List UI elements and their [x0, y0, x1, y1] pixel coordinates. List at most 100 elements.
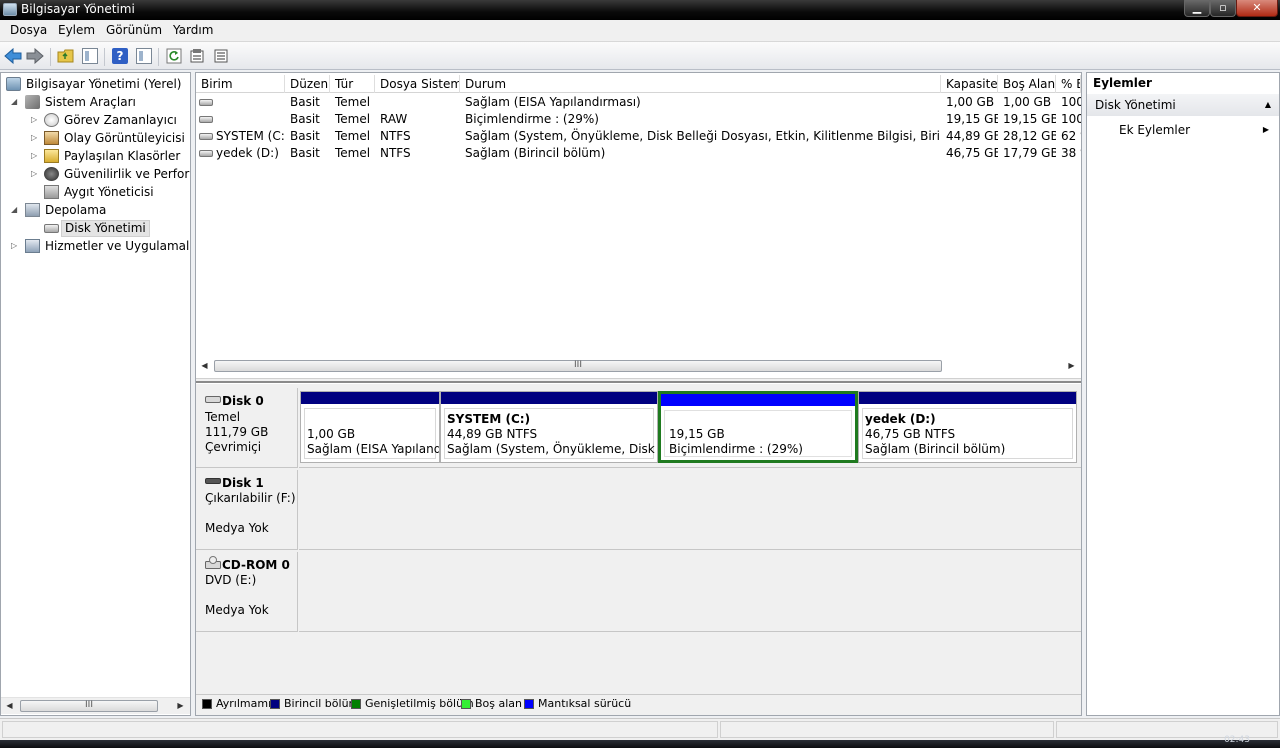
tree-item-disk-management[interactable]: Disk Yönetimi [1, 219, 190, 237]
scroll-right-icon[interactable]: ▶ [172, 698, 189, 714]
scroll-thumb[interactable]: III [20, 700, 158, 712]
column-header-file-system[interactable]: Dosya Sistemi [375, 75, 460, 93]
tree-item-reliability-performance[interactable]: ▷ Güvenilirlik ve Performa [1, 165, 190, 183]
tree-item-computer-management[interactable]: Bilgisayar Yönetimi (Yerel) [1, 75, 190, 93]
menu-file[interactable]: Dosya [10, 23, 47, 37]
actions-pane: Eylemler Disk Yönetimi ▲ Ek Eylemler ▶ [1086, 72, 1280, 716]
partition-system-c[interactable]: SYSTEM (C:) 44,89 GB NTFS Sağlam (System… [440, 391, 658, 463]
expand-arrow-icon[interactable]: ▷ [31, 147, 41, 165]
partition-formatting[interactable]: 19,15 GB Biçimlendirme : (29%) [658, 391, 858, 463]
status-bar [0, 718, 1280, 740]
event-log-icon [44, 131, 59, 145]
forward-arrow-icon[interactable] [25, 46, 45, 66]
tree-item-shared-folders[interactable]: ▷ Paylaşılan Klasörler [1, 147, 190, 165]
clock-icon [44, 113, 59, 127]
console-tree: Bilgisayar Yönetimi (Yerel) ◢ Sistem Ara… [0, 72, 191, 716]
volume-row[interactable]: yedek (D:) Basit Temel NTFS Sağlam (Biri… [196, 145, 1081, 162]
column-header-status[interactable]: Durum [460, 75, 941, 93]
volume-row[interactable]: SYSTEM (C:) Basit Temel NTFS Sağlam (Sys… [196, 128, 1081, 145]
volume-list-header: Birim Düzen Tür Dosya Sistemi Durum Kapa… [196, 75, 1081, 93]
disk-management-pane: Birim Düzen Tür Dosya Sistemi Durum Kapa… [195, 72, 1082, 716]
show-hide-console-tree-icon[interactable] [80, 46, 100, 66]
disk-icon [44, 224, 59, 233]
cdrom-0-label[interactable]: CD-ROM 0 DVD (E:) Medya Yok [196, 552, 298, 632]
taskbar-clock: 02:43 [1224, 735, 1250, 745]
column-header-free-space[interactable]: Boş Alan [998, 75, 1056, 93]
scroll-left-icon[interactable]: ◀ [1, 698, 18, 714]
primary-partition-bar [859, 392, 1076, 404]
minimize-button[interactable]: ▁ [1184, 0, 1210, 17]
tree-item-storage[interactable]: ◢ Depolama [1, 201, 190, 219]
up-folder-icon[interactable] [56, 46, 76, 66]
computer-icon [6, 77, 21, 91]
disk-1-partitions [299, 470, 1081, 550]
tree-item-task-scheduler[interactable]: ▷ Görev Zamanlayıcı [1, 111, 190, 129]
actions-title: Eylemler [1093, 76, 1152, 90]
export-list-icon[interactable] [211, 46, 231, 66]
collapse-arrow-icon[interactable]: ◢ [11, 201, 21, 219]
maximize-button[interactable]: ▫ [1210, 0, 1236, 17]
column-header-volume[interactable]: Birim [196, 75, 285, 93]
expand-arrow-icon[interactable]: ▷ [31, 165, 41, 183]
tree-item-services-applications[interactable]: ▷ Hizmetler ve Uygulamalar [1, 237, 190, 255]
tree-item-event-viewer[interactable]: ▷ Olay Görüntüleyicisi [1, 129, 190, 147]
pane-splitter[interactable] [196, 378, 1081, 383]
partition-legend: Ayrılmamış Birincil bölüm Genişletilmiş … [196, 694, 1081, 715]
toolbar-separator [50, 48, 51, 66]
disk-0-partitions: 1,00 GB Sağlam (EISA Yapılandır SYSTEM (… [299, 388, 1081, 468]
properties-icon[interactable] [187, 46, 207, 66]
scroll-left-icon[interactable]: ◀ [196, 358, 213, 374]
primary-partition-bar [301, 392, 439, 404]
computer-management-icon [3, 3, 17, 16]
actions-section-disk-management[interactable]: Disk Yönetimi ▲ [1087, 94, 1279, 116]
menu-bar: Dosya Eylem Görünüm Yardım [0, 20, 1280, 42]
volume-list-horizontal-scrollbar[interactable]: ◀ III ▶ [196, 358, 1081, 375]
close-button[interactable]: ✕ [1236, 0, 1278, 17]
scroll-thumb[interactable]: III [214, 360, 942, 372]
refresh-icon[interactable] [164, 46, 184, 66]
disk-0-label[interactable]: Disk 0 Temel 111,79 GB Çevrimiçi [196, 388, 298, 468]
expand-arrow-icon[interactable]: ▷ [31, 129, 41, 147]
submenu-arrow-icon: ▶ [1262, 125, 1269, 134]
column-header-layout[interactable]: Düzen [285, 75, 330, 93]
column-header-percent-free[interactable]: % B [1056, 75, 1081, 93]
title-bar: Bilgisayar Yönetimi ▁ ▫ ✕ [0, 0, 1280, 20]
toolbar-separator [158, 48, 159, 66]
removable-disk-icon [205, 478, 221, 484]
menu-action[interactable]: Eylem [58, 23, 95, 37]
show-hide-action-pane-icon[interactable] [134, 46, 154, 66]
expand-arrow-icon[interactable]: ▷ [11, 237, 21, 255]
partition-yedek-d[interactable]: yedek (D:) 46,75 GB NTFS Sağlam (Birinci… [858, 391, 1077, 463]
storage-icon [25, 203, 40, 217]
collapse-up-icon[interactable]: ▲ [1265, 94, 1271, 116]
performance-icon [44, 167, 59, 181]
help-icon[interactable]: ? [110, 46, 130, 66]
volume-row[interactable]: Basit Temel Sağlam (EISA Yapılandırması)… [196, 94, 1081, 111]
toolbar: ? [0, 42, 1280, 70]
tree-horizontal-scrollbar[interactable]: ◀ III ▶ [1, 697, 190, 714]
cdrom-0-partitions [299, 552, 1081, 632]
tools-icon [25, 95, 40, 109]
tree-item-system-tools[interactable]: ◢ Sistem Araçları [1, 93, 190, 111]
partition-eisa[interactable]: 1,00 GB Sağlam (EISA Yapılandır [300, 391, 440, 463]
logical-drive-bar [661, 394, 855, 406]
cd-drive-icon [205, 556, 221, 569]
collapse-arrow-icon[interactable]: ◢ [11, 93, 21, 111]
shared-folder-icon [44, 149, 59, 163]
menu-help[interactable]: Yardım [173, 23, 213, 37]
status-segment [2, 721, 718, 738]
tree-item-device-manager[interactable]: Aygıt Yöneticisi [1, 183, 190, 201]
disk-1-label[interactable]: Disk 1 Çıkarılabilir (F:) Medya Yok [196, 470, 298, 550]
menu-view[interactable]: Görünüm [106, 23, 162, 37]
device-manager-icon [44, 185, 59, 199]
scroll-right-icon[interactable]: ▶ [1063, 358, 1080, 374]
more-actions-item[interactable]: Ek Eylemler ▶ [1087, 119, 1279, 141]
column-header-type[interactable]: Tür [330, 75, 375, 93]
status-segment [720, 721, 1054, 738]
back-arrow-icon[interactable] [3, 46, 23, 66]
toolbar-separator [104, 48, 105, 66]
expand-arrow-icon[interactable]: ▷ [31, 111, 41, 129]
volume-row[interactable]: Basit Temel RAW Biçimlendirme : (29%) 19… [196, 111, 1081, 128]
column-header-capacity[interactable]: Kapasite [941, 75, 998, 93]
disk-graphical-view: Disk 0 Temel 111,79 GB Çevrimiçi 1,00 GB… [196, 384, 1081, 694]
